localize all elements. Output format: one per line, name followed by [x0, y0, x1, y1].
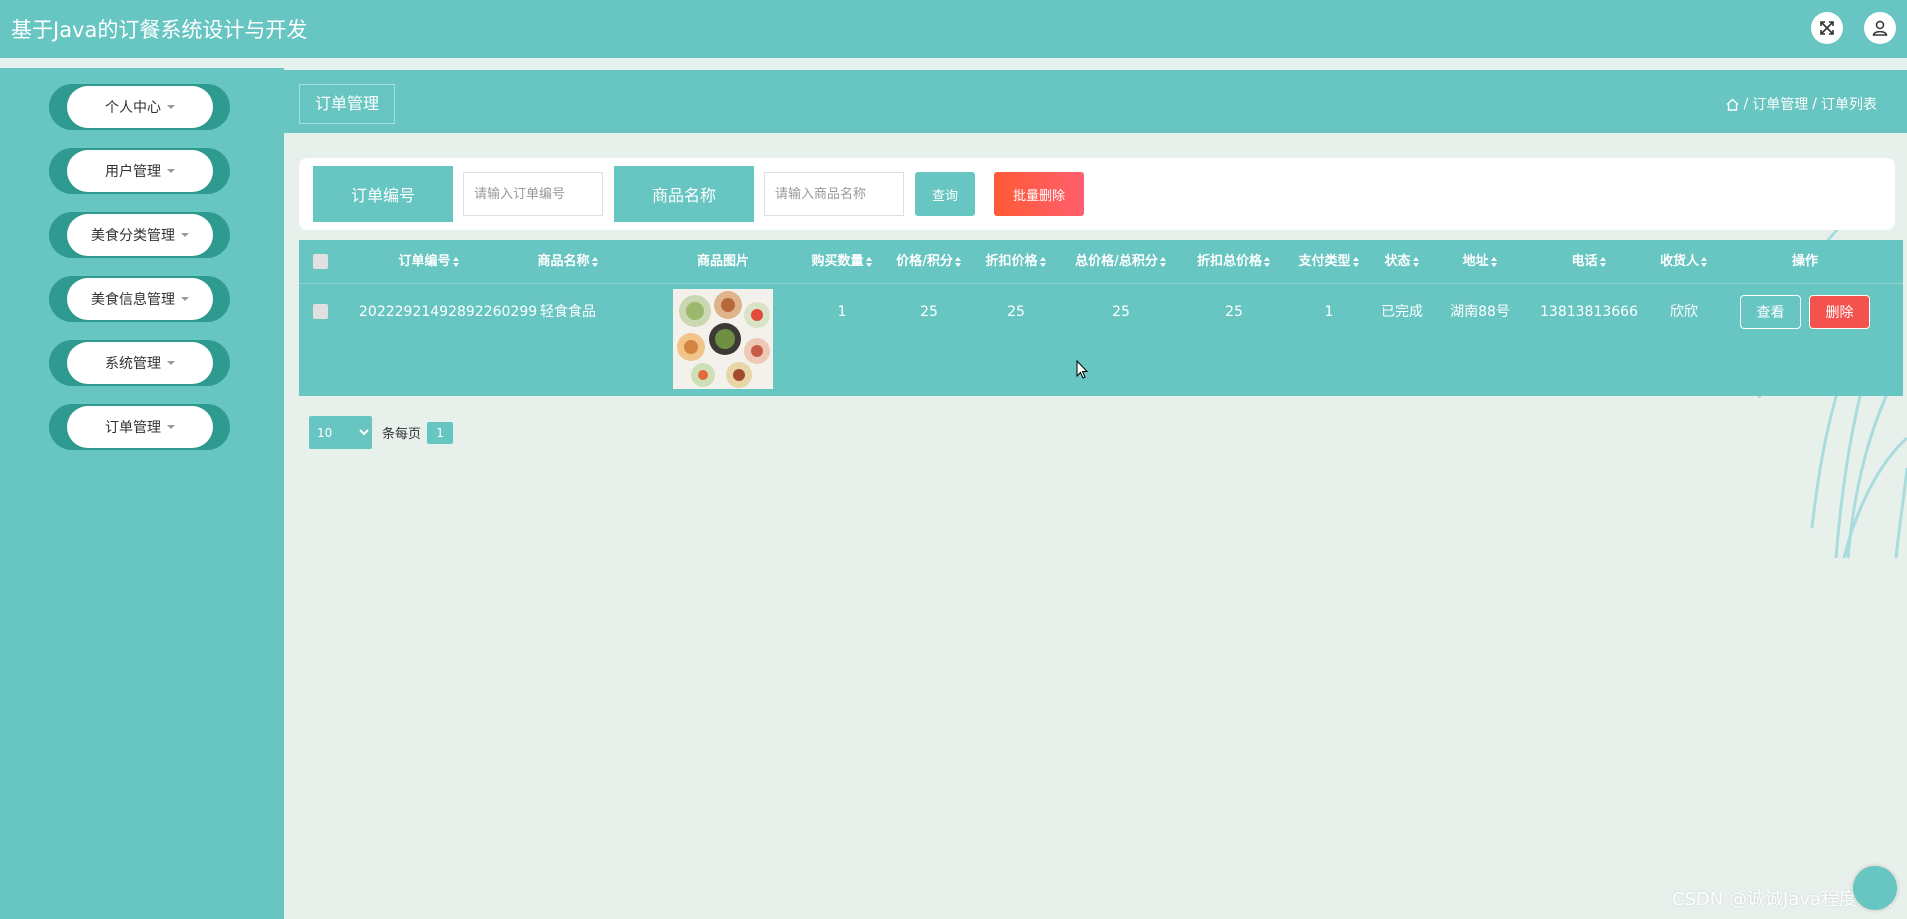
sidebar-item-label: 订单管理	[105, 420, 161, 436]
table-row: 20222921492892260299 轻食食品 1 25 25 25 25 …	[299, 285, 1903, 396]
cell-status: 已完成	[1381, 304, 1423, 320]
sidebar-item-profile[interactable]: 个人中心	[49, 84, 230, 130]
col-product[interactable]: 商品名称	[513, 240, 623, 284]
product-name-label: 商品名称	[614, 166, 754, 222]
sort-icon	[954, 256, 962, 267]
per-page-label: 条每页	[382, 427, 422, 442]
view-button[interactable]: 查看	[1740, 295, 1801, 329]
caret-down-icon	[181, 297, 189, 301]
sidebar-item-system[interactable]: 系统管理	[49, 340, 230, 386]
sidebar-item-label: 美食分类管理	[91, 228, 175, 244]
cell-qty: 1	[837, 304, 847, 320]
sidebar-item-label: 用户管理	[105, 164, 161, 180]
col-qty[interactable]: 购买数量	[797, 240, 887, 284]
sort-icon	[591, 256, 599, 267]
page-title: 订单管理	[299, 84, 396, 124]
mouse-cursor-icon	[1076, 360, 1089, 379]
sort-icon	[1599, 256, 1607, 267]
search-bar: 订单编号 商品名称 查询 批量删除	[299, 158, 1895, 230]
order-no-label: 订单编号	[313, 166, 453, 222]
col-image: 商品图片	[696, 254, 749, 269]
product-name-input[interactable]	[764, 172, 904, 216]
col-price[interactable]: 价格/积分	[884, 240, 974, 284]
breadcrumb: / 订单管理 / 订单列表	[1725, 94, 1877, 114]
sidebar-item-food-info[interactable]: 美食信息管理	[49, 276, 230, 322]
sidebar-item-orders[interactable]: 订单管理	[49, 404, 230, 450]
sidebar: 个人中心 用户管理 美食分类管理 美食信息管理 系统管理 订单管理	[0, 68, 284, 919]
col-receiver[interactable]: 收货人	[1639, 240, 1729, 284]
cell-phone: 13813813666	[1540, 304, 1638, 320]
breadcrumb-separator: /	[1812, 96, 1817, 112]
sort-icon	[865, 256, 873, 267]
home-icon[interactable]	[1725, 97, 1740, 112]
pagination: 10 条每页 1	[309, 416, 454, 449]
breadcrumb-item-orders[interactable]: 订单管理	[1752, 94, 1808, 114]
top-header: 基于Java的订餐系统设计与开发	[0, 0, 1907, 58]
caret-down-icon	[167, 425, 175, 429]
caret-down-icon	[167, 105, 175, 109]
product-image[interactable]	[673, 289, 773, 389]
user-icon	[1872, 20, 1888, 36]
col-actions: 操作	[1791, 254, 1818, 269]
col-discount-total[interactable]: 折扣总价格	[1179, 240, 1289, 284]
app-title: 基于Java的订餐系统设计与开发	[11, 18, 308, 42]
col-phone[interactable]: 电话	[1529, 240, 1649, 284]
delete-button[interactable]: 删除	[1809, 295, 1870, 329]
batch-delete-button[interactable]: 批量删除	[994, 172, 1084, 216]
user-button[interactable]	[1864, 12, 1896, 44]
col-total[interactable]: 总价格/总积分	[1061, 240, 1181, 284]
sort-icon	[1159, 256, 1167, 267]
cell-discount-total: 25	[1225, 304, 1243, 320]
sort-icon	[452, 256, 460, 267]
cell-order-no: 20222921492892260299	[359, 304, 538, 320]
sort-icon	[1701, 256, 1708, 267]
cell-address: 湖南88号	[1450, 304, 1510, 320]
page-size-select[interactable]: 10	[309, 416, 372, 449]
col-discount-price[interactable]: 折扣价格	[971, 240, 1061, 284]
select-all-checkbox[interactable]	[313, 254, 328, 269]
caret-down-icon	[167, 361, 175, 365]
sort-icon	[1039, 256, 1047, 267]
col-status[interactable]: 状态	[1362, 240, 1442, 284]
sort-icon	[1264, 256, 1271, 267]
page-header: 订单管理 / 订单管理 / 订单列表	[284, 70, 1907, 133]
orders-table: 订单编号 商品名称 商品图片 购买数量 价格/积分 折扣价格 总价格/总积分 折…	[299, 240, 1903, 396]
fullscreen-button[interactable]	[1811, 12, 1843, 44]
cell-product: 轻食食品	[540, 304, 596, 320]
col-order-no[interactable]: 订单编号	[359, 240, 499, 284]
sort-icon	[1412, 256, 1420, 267]
page-number-1[interactable]: 1	[427, 421, 454, 444]
expand-icon	[1820, 21, 1834, 35]
food-image-icon	[673, 289, 773, 389]
cell-discount-price: 25	[1007, 304, 1025, 320]
col-address[interactable]: 地址	[1435, 240, 1525, 284]
sidebar-item-label: 系统管理	[105, 356, 161, 372]
query-button[interactable]: 查询	[915, 172, 975, 216]
cell-price: 25	[920, 304, 938, 320]
floating-button[interactable]	[1853, 866, 1897, 910]
table-header: 订单编号 商品名称 商品图片 购买数量 价格/积分 折扣价格 总价格/总积分 折…	[299, 240, 1903, 284]
sidebar-item-label: 美食信息管理	[91, 292, 175, 308]
order-no-input[interactable]	[463, 172, 603, 216]
main-content: 订单管理 / 订单管理 / 订单列表 订单编号 商品名称 查询 批量删除 订单编…	[284, 68, 1907, 919]
breadcrumb-separator: /	[1743, 96, 1749, 112]
caret-down-icon	[181, 233, 189, 237]
sort-icon	[1352, 256, 1360, 267]
sidebar-item-users[interactable]: 用户管理	[49, 148, 230, 194]
sidebar-item-food-category[interactable]: 美食分类管理	[49, 212, 230, 258]
cell-total: 25	[1112, 304, 1130, 320]
sort-icon	[1490, 256, 1498, 267]
row-checkbox[interactable]	[313, 304, 328, 319]
breadcrumb-item-order-list: 订单列表	[1821, 97, 1877, 113]
header-divider	[0, 58, 1907, 68]
sidebar-item-label: 个人中心	[105, 100, 161, 116]
caret-down-icon	[167, 169, 175, 173]
cell-receiver: 欣欣	[1670, 304, 1698, 320]
